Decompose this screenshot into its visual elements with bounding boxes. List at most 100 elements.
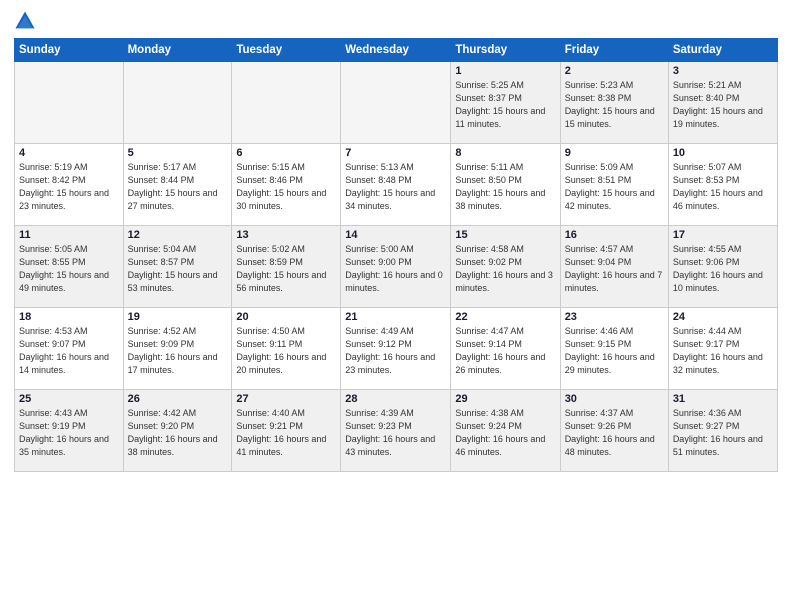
day-number: 16 (565, 229, 664, 241)
day-info: Sunrise: 4:53 AM Sunset: 9:07 PM Dayligh… (19, 325, 119, 377)
calendar-weekday-wednesday: Wednesday (341, 39, 451, 62)
day-number: 30 (565, 393, 664, 405)
calendar-cell: 16 Sunrise: 4:57 AM Sunset: 9:04 PM Dayli… (560, 226, 668, 308)
day-number: 18 (19, 311, 119, 323)
calendar-cell: 3Sunrise: 5:21 AM Sunset: 8:40 PM Daylig… (668, 62, 777, 144)
day-info: Sunrise: 5:25 AM Sunset: 8:37 PM Dayligh… (455, 79, 555, 131)
calendar-cell: 20 Sunrise: 4:50 AM Sunset: 9:11 PM Dayli… (232, 308, 341, 390)
calendar-cell: 29 Sunrise: 4:38 AM Sunset: 9:24 PM Dayli… (451, 390, 560, 472)
calendar-cell: 13Sunrise: 5:02 AM Sunset: 8:59 PM Dayli… (232, 226, 341, 308)
day-number: 29 (455, 393, 555, 405)
calendar-cell: 26 Sunrise: 4:42 AM Sunset: 9:20 PM Dayli… (123, 390, 232, 472)
calendar-cell: 17Sunrise: 4:55 AM Sunset: 9:06 PM Dayli… (668, 226, 777, 308)
calendar-table: SundayMondayTuesdayWednesdayThursdayFrid… (14, 38, 778, 472)
day-info: Sunrise: 4:37 AM Sunset: 9:26 PM Dayligh… (565, 407, 664, 459)
day-info: Sunrise: 5:11 AM Sunset: 8:50 PM Dayligh… (455, 161, 555, 213)
day-info: Sunrise: 4:50 AM Sunset: 9:11 PM Dayligh… (236, 325, 336, 377)
calendar-header-row: SundayMondayTuesdayWednesdayThursdayFrid… (15, 39, 778, 62)
calendar-cell: 2 Sunrise: 5:23 AM Sunset: 8:38 PM Daylig… (560, 62, 668, 144)
page: SundayMondayTuesdayWednesdayThursdayFrid… (0, 0, 792, 612)
calendar-cell: 31 Sunrise: 4:36 AM Sunset: 9:27 PM Dayli… (668, 390, 777, 472)
day-info: Sunrise: 4:49 AM Sunset: 9:12 PM Dayligh… (345, 325, 446, 377)
calendar-cell: 22 Sunrise: 4:47 AM Sunset: 9:14 PM Dayli… (451, 308, 560, 390)
calendar-week-row: 11Sunrise: 5:05 AM Sunset: 8:55 PM Dayli… (15, 226, 778, 308)
day-info: Sunrise: 5:15 AM Sunset: 8:46 PM Dayligh… (236, 161, 336, 213)
day-info: Sunrise: 5:02 AM Sunset: 8:59 PM Dayligh… (236, 243, 336, 295)
calendar-cell: 24 Sunrise: 4:44 AM Sunset: 9:17 PM Dayli… (668, 308, 777, 390)
day-info: Sunrise: 5:23 AM Sunset: 8:38 PM Dayligh… (565, 79, 664, 131)
day-info: Sunrise: 4:40 AM Sunset: 9:21 PM Dayligh… (236, 407, 336, 459)
calendar-weekday-monday: Monday (123, 39, 232, 62)
calendar-week-row: 18 Sunrise: 4:53 AM Sunset: 9:07 PM Dayli… (15, 308, 778, 390)
day-info: Sunrise: 4:38 AM Sunset: 9:24 PM Dayligh… (455, 407, 555, 459)
calendar-cell: 23 Sunrise: 4:46 AM Sunset: 9:15 PM Dayli… (560, 308, 668, 390)
day-number: 24 (673, 311, 773, 323)
calendar-weekday-friday: Friday (560, 39, 668, 62)
day-info: Sunrise: 5:07 AM Sunset: 8:53 PM Dayligh… (673, 161, 773, 213)
day-info: Sunrise: 5:13 AM Sunset: 8:48 PM Dayligh… (345, 161, 446, 213)
day-number: 19 (128, 311, 228, 323)
calendar-cell: 10Sunrise: 5:07 AM Sunset: 8:53 PM Dayli… (668, 144, 777, 226)
day-number: 12 (128, 229, 228, 241)
day-info: Sunrise: 4:47 AM Sunset: 9:14 PM Dayligh… (455, 325, 555, 377)
day-number: 7 (345, 147, 446, 159)
day-number: 15 (455, 229, 555, 241)
day-number: 2 (565, 65, 664, 77)
calendar-cell: 6 Sunrise: 5:15 AM Sunset: 8:46 PM Daylig… (232, 144, 341, 226)
day-info: Sunrise: 4:46 AM Sunset: 9:15 PM Dayligh… (565, 325, 664, 377)
day-number: 22 (455, 311, 555, 323)
day-number: 23 (565, 311, 664, 323)
day-info: Sunrise: 5:04 AM Sunset: 8:57 PM Dayligh… (128, 243, 228, 295)
day-info: Sunrise: 5:17 AM Sunset: 8:44 PM Dayligh… (128, 161, 228, 213)
calendar-weekday-saturday: Saturday (668, 39, 777, 62)
day-info: Sunrise: 4:39 AM Sunset: 9:23 PM Dayligh… (345, 407, 446, 459)
day-info: Sunrise: 4:42 AM Sunset: 9:20 PM Dayligh… (128, 407, 228, 459)
calendar-weekday-thursday: Thursday (451, 39, 560, 62)
day-number: 21 (345, 311, 446, 323)
day-info: Sunrise: 4:36 AM Sunset: 9:27 PM Dayligh… (673, 407, 773, 459)
day-number: 1 (455, 65, 555, 77)
calendar-cell: 9Sunrise: 5:09 AM Sunset: 8:51 PM Daylig… (560, 144, 668, 226)
day-info: Sunrise: 5:00 AM Sunset: 9:00 PM Dayligh… (345, 243, 446, 295)
day-info: Sunrise: 4:52 AM Sunset: 9:09 PM Dayligh… (128, 325, 228, 377)
day-number: 9 (565, 147, 664, 159)
calendar-cell (232, 62, 341, 144)
calendar-cell: 21 Sunrise: 4:49 AM Sunset: 9:12 PM Dayli… (341, 308, 451, 390)
day-info: Sunrise: 4:44 AM Sunset: 9:17 PM Dayligh… (673, 325, 773, 377)
logo (14, 10, 40, 32)
calendar-cell: 30 Sunrise: 4:37 AM Sunset: 9:26 PM Dayli… (560, 390, 668, 472)
day-number: 4 (19, 147, 119, 159)
calendar-cell (15, 62, 124, 144)
calendar-cell: 28 Sunrise: 4:39 AM Sunset: 9:23 PM Dayli… (341, 390, 451, 472)
calendar-weekday-sunday: Sunday (15, 39, 124, 62)
calendar-cell: 8Sunrise: 5:11 AM Sunset: 8:50 PM Daylig… (451, 144, 560, 226)
calendar-cell: 1 Sunrise: 5:25 AM Sunset: 8:37 PM Daylig… (451, 62, 560, 144)
calendar-cell: 19 Sunrise: 4:52 AM Sunset: 9:09 PM Dayli… (123, 308, 232, 390)
calendar-cell: 14 Sunrise: 5:00 AM Sunset: 9:00 PM Dayli… (341, 226, 451, 308)
day-number: 27 (236, 393, 336, 405)
day-number: 14 (345, 229, 446, 241)
day-number: 28 (345, 393, 446, 405)
day-info: Sunrise: 4:58 AM Sunset: 9:02 PM Dayligh… (455, 243, 555, 295)
calendar-cell: 7 Sunrise: 5:13 AM Sunset: 8:48 PM Daylig… (341, 144, 451, 226)
calendar-cell: 5 Sunrise: 5:17 AM Sunset: 8:44 PM Daylig… (123, 144, 232, 226)
day-number: 20 (236, 311, 336, 323)
calendar-week-row: 25Sunrise: 4:43 AM Sunset: 9:19 PM Dayli… (15, 390, 778, 472)
calendar-cell: 25Sunrise: 4:43 AM Sunset: 9:19 PM Dayli… (15, 390, 124, 472)
calendar-cell (123, 62, 232, 144)
calendar-cell: 15 Sunrise: 4:58 AM Sunset: 9:02 PM Dayli… (451, 226, 560, 308)
calendar-cell: 4 Sunrise: 5:19 AM Sunset: 8:42 PM Daylig… (15, 144, 124, 226)
calendar-cell: 18 Sunrise: 4:53 AM Sunset: 9:07 PM Dayli… (15, 308, 124, 390)
day-info: Sunrise: 5:21 AM Sunset: 8:40 PM Dayligh… (673, 79, 773, 131)
day-info: Sunrise: 5:19 AM Sunset: 8:42 PM Dayligh… (19, 161, 119, 213)
day-number: 5 (128, 147, 228, 159)
day-number: 31 (673, 393, 773, 405)
day-number: 26 (128, 393, 228, 405)
calendar-cell: 12 Sunrise: 5:04 AM Sunset: 8:57 PM Dayli… (123, 226, 232, 308)
calendar-week-row: 4 Sunrise: 5:19 AM Sunset: 8:42 PM Daylig… (15, 144, 778, 226)
day-number: 11 (19, 229, 119, 241)
day-number: 6 (236, 147, 336, 159)
calendar-cell (341, 62, 451, 144)
day-info: Sunrise: 4:43 AM Sunset: 9:19 PM Dayligh… (19, 407, 119, 459)
day-info: Sunrise: 4:57 AM Sunset: 9:04 PM Dayligh… (565, 243, 664, 295)
